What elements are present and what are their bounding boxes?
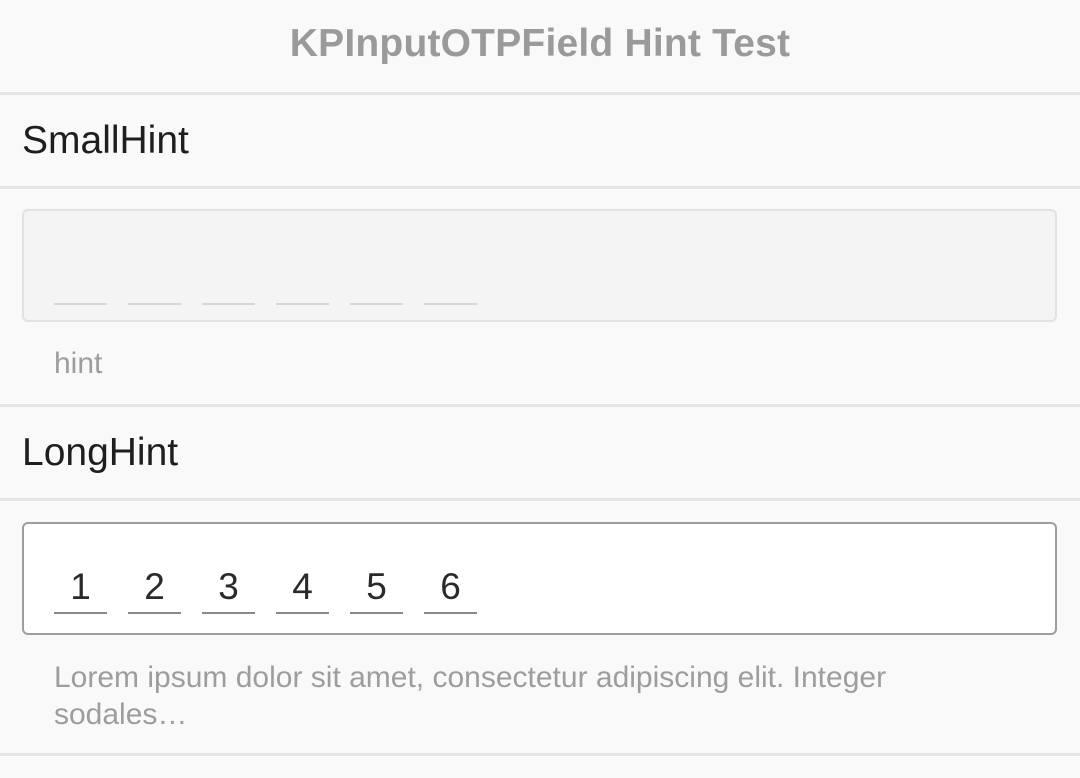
otp-digit-slot[interactable] (276, 253, 329, 305)
otp-field-long-hint[interactable]: 1 2 3 4 5 6 (22, 522, 1057, 635)
page-title: KPInputOTPField Hint Test (289, 22, 791, 65)
otp-field-small-hint[interactable] (22, 209, 1057, 322)
section-header-long-hint: LongHint (0, 407, 1080, 501)
section-header-small-hint: SmallHint (0, 95, 1080, 189)
otp-digit-slot[interactable]: 2 (128, 562, 181, 614)
otp-digit-slot[interactable] (54, 253, 107, 305)
otp-digit-slot[interactable]: 3 (202, 562, 255, 614)
otp-digit-slot[interactable] (202, 253, 255, 305)
navigation-bar: KPInputOTPField Hint Test (0, 0, 1080, 95)
section-label: SmallHint (22, 119, 189, 162)
otp-digit-slot[interactable] (424, 253, 477, 305)
section-label: LongHint (22, 431, 179, 474)
divider (0, 753, 1080, 756)
hint-text: hint (54, 347, 103, 380)
hint-text: Lorem ipsum dolor sit amet, consectetur … (54, 661, 887, 731)
otp-digit-slot[interactable] (350, 253, 403, 305)
otp-digit-slot[interactable]: 5 (350, 562, 403, 614)
otp-digit-slot[interactable]: 4 (276, 562, 329, 614)
otp-digit-slot[interactable] (128, 253, 181, 305)
otp-digit-slot[interactable]: 1 (54, 562, 107, 614)
otp-digit-slot[interactable]: 6 (424, 562, 477, 614)
